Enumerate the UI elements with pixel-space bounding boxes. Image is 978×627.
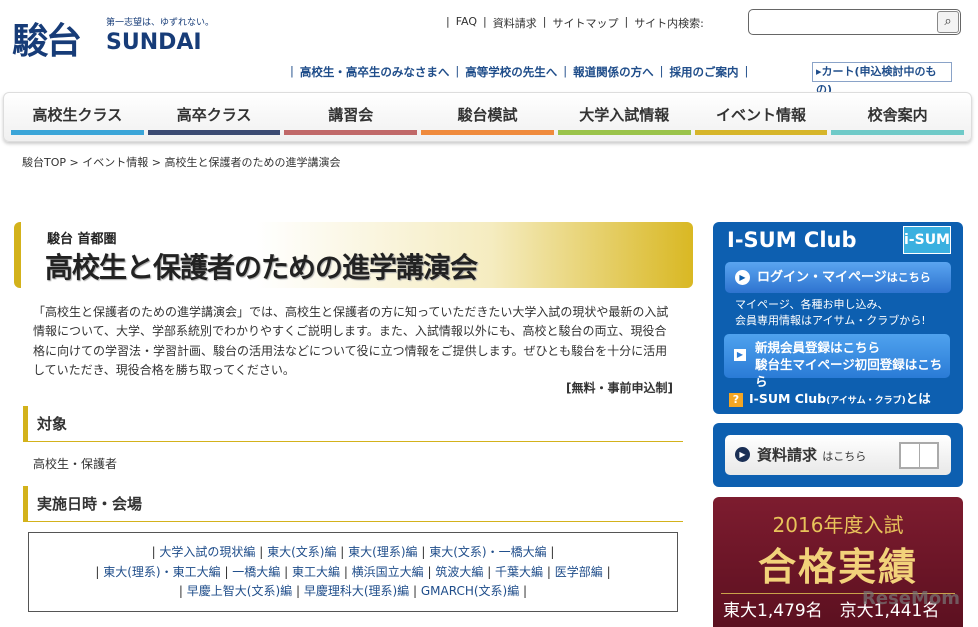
isum-club-panel: I-SUM Club i-SUM ▶ ログイン・マイページはこちら マイページ、各…: [713, 222, 963, 414]
watermark: ReseMom: [861, 588, 960, 609]
nav-label: 大学入試情報: [579, 106, 670, 124]
nav-label: 講習会: [328, 106, 374, 124]
edition-link[interactable]: 東大(理系)・東工大編: [103, 565, 220, 579]
main-nav: 高校生クラス 高卒クラス 講習会 駿台模試 大学入試情報 イベント情報 校舎案内: [3, 92, 972, 142]
logo-tagline: 第一志望は、ゆずれない。: [106, 18, 215, 28]
club-description: マイページ、各種お申し込み、会員専用情報はアイサム・クラブから!: [735, 297, 926, 329]
edition-links: | 大学入試の現状編 | 東大(文系)編 | 東大(理系)編 | 東大(文系)・…: [28, 532, 678, 612]
edition-link[interactable]: 東工大編: [292, 565, 340, 579]
students-link[interactable]: 高校生・高卒生のみなさまへ: [300, 64, 450, 80]
edition-link[interactable]: GMARCH(文系)編: [421, 584, 519, 598]
sitemap-link[interactable]: サイトマップ: [552, 15, 618, 31]
schedule-heading: 実施日時・会場: [23, 486, 683, 522]
edition-link[interactable]: 筑波大編: [435, 565, 483, 579]
logo[interactable]: 駿台: [12, 12, 82, 64]
target-text: 高校生・保護者: [33, 457, 118, 471]
doc-suffix: はこちら: [822, 450, 867, 463]
nav-item[interactable]: 大学入試情報: [557, 93, 691, 141]
logo-text[interactable]: SUNDAI: [106, 30, 202, 55]
nav-label: 校舎案内: [867, 106, 928, 124]
edition-link[interactable]: 早慶上智大(文系)編: [187, 584, 292, 598]
play-icon: ▶: [735, 270, 750, 285]
nav-item[interactable]: 講習会: [284, 93, 418, 141]
about-club-link[interactable]: ? I-SUM Club(アイサム・クラブ)とは: [729, 388, 931, 407]
document-request-panel: ▶ 資料請求 はこちら: [713, 423, 963, 487]
teachers-link[interactable]: 高等学校の先生へ: [465, 64, 557, 80]
breadcrumb: 駿台TOP > イベント情報 > 高校生と保護者のための進学講演会: [22, 156, 341, 169]
intro-text: 「高校生と保護者のための進学講演会」では、高校生と保護者の方に知っていただきたい…: [33, 305, 669, 377]
nav-item[interactable]: 駿台模試: [421, 93, 554, 141]
search-input[interactable]: ⌕: [748, 9, 961, 35]
page-title: 高校生と保護者のための進学講演会: [45, 251, 478, 284]
breadcrumb-top[interactable]: 駿台TOP: [22, 156, 66, 169]
edition-link[interactable]: 横浜国立大編: [352, 565, 424, 579]
nav-label: 駿台模試: [457, 106, 518, 124]
play-icon: ▶: [735, 447, 750, 462]
edition-link[interactable]: 東大(文系)編: [267, 545, 336, 559]
login-label: ログイン・マイページ: [757, 270, 887, 285]
breadcrumb-current: 高校生と保護者のための進学講演会: [164, 156, 341, 169]
breadcrumb-events[interactable]: イベント情報: [82, 156, 148, 169]
results-title: 合格実績: [757, 545, 918, 589]
nav-color-bar: [557, 130, 691, 135]
nav-color-bar: [831, 130, 965, 135]
nav-item[interactable]: 校舎案内: [831, 93, 965, 141]
edition-link[interactable]: 東大(理系)編: [348, 545, 417, 559]
register-label: 新規会員登録はこちら: [755, 340, 881, 355]
faq-link[interactable]: FAQ: [456, 15, 477, 31]
document-request-button[interactable]: ▶ 資料請求 はこちら: [725, 435, 951, 475]
edition-link[interactable]: 東大(文系)・一橋大編: [429, 545, 546, 559]
register-button[interactable]: ▶ 新規会員登録はこちら駿台生マイページ初回登録はこちら: [724, 334, 950, 389]
desc-line: 会員専用情報はアイサム・クラブから!: [735, 314, 926, 327]
recruit-link[interactable]: 採用のご案内: [670, 64, 739, 80]
search-icon[interactable]: ⌕: [937, 11, 959, 33]
about-suffix: とは: [905, 391, 931, 406]
nav-color-bar: [147, 130, 281, 135]
club-logo: i-SUM: [903, 226, 951, 254]
nav-item[interactable]: 高卒クラス: [147, 93, 281, 141]
nav-label: イベント情報: [715, 106, 806, 124]
doc-label: 資料請求: [757, 446, 818, 464]
nav-color-bar: [284, 130, 418, 135]
club-title: I-SUM Club: [727, 228, 857, 252]
link-row: | 早慶上智大(文系)編 | 早慶理科大(理系)編 | GMARCH(文系)編 …: [178, 584, 528, 598]
link-row: | 大学入試の現状編 | 東大(文系)編 | 東大(理系)編 | 東大(文系)・…: [151, 545, 555, 559]
nav-color-bar: [421, 130, 554, 135]
book-icon: [899, 442, 939, 469]
request-link[interactable]: 資料請求: [493, 15, 537, 31]
desc-line: マイページ、各種お申し込み、: [735, 298, 889, 311]
banner-subtitle: 駿台 首都圏: [47, 232, 117, 247]
edition-link[interactable]: 一橋大編: [232, 565, 280, 579]
page-title-banner: 駿台 首都圏 高校生と保護者のための進学講演会: [14, 222, 693, 288]
about-label: I-SUM Club: [749, 391, 827, 406]
results-year: 2016年度入試: [772, 513, 904, 537]
nav-label: 高卒クラス: [176, 106, 252, 124]
press-link[interactable]: 報道関係の方へ: [573, 64, 654, 80]
nav-label: 高校生クラス: [32, 106, 123, 124]
search-label: サイト内検索:: [634, 17, 704, 30]
first-login-label: 駿台生マイページ初回登録はこちら: [755, 357, 943, 389]
edition-link[interactable]: 医学部編: [555, 565, 603, 579]
free-note: [無料・事前申込制]: [566, 381, 673, 395]
login-suffix: はこちら: [886, 271, 931, 284]
about-small: (アイサム・クラブ): [826, 396, 906, 406]
question-icon: ?: [729, 393, 743, 407]
edition-link[interactable]: 早慶理科大(理系)編: [304, 584, 409, 598]
edition-link[interactable]: 大学入試の現状編: [159, 545, 255, 559]
link-row: | 東大(理系)・東工大編 | 一橋大編 | 東工大編 | 横浜国立大編 | 筑…: [95, 564, 611, 579]
top-links: | FAQ | 資料請求 | サイトマップ | サイト内検索:: [446, 15, 704, 31]
nav-item[interactable]: 高校生クラス: [11, 93, 144, 141]
play-icon: ▶: [734, 349, 746, 361]
nav-color-bar: [11, 130, 144, 135]
nav-item[interactable]: イベント情報: [694, 93, 828, 141]
login-button[interactable]: ▶ ログイン・マイページはこちら: [725, 262, 951, 293]
nav-color-bar: [694, 130, 828, 135]
cart-button[interactable]: ▸カート(申込検討中のもの): [812, 62, 952, 96]
target-heading: 対象: [23, 406, 683, 442]
edition-link[interactable]: 千葉大編: [495, 565, 543, 579]
audience-links: | 高校生・高卒生のみなさまへ | 高等学校の先生へ | 報道関係の方へ | 採用のご案…: [290, 64, 749, 80]
